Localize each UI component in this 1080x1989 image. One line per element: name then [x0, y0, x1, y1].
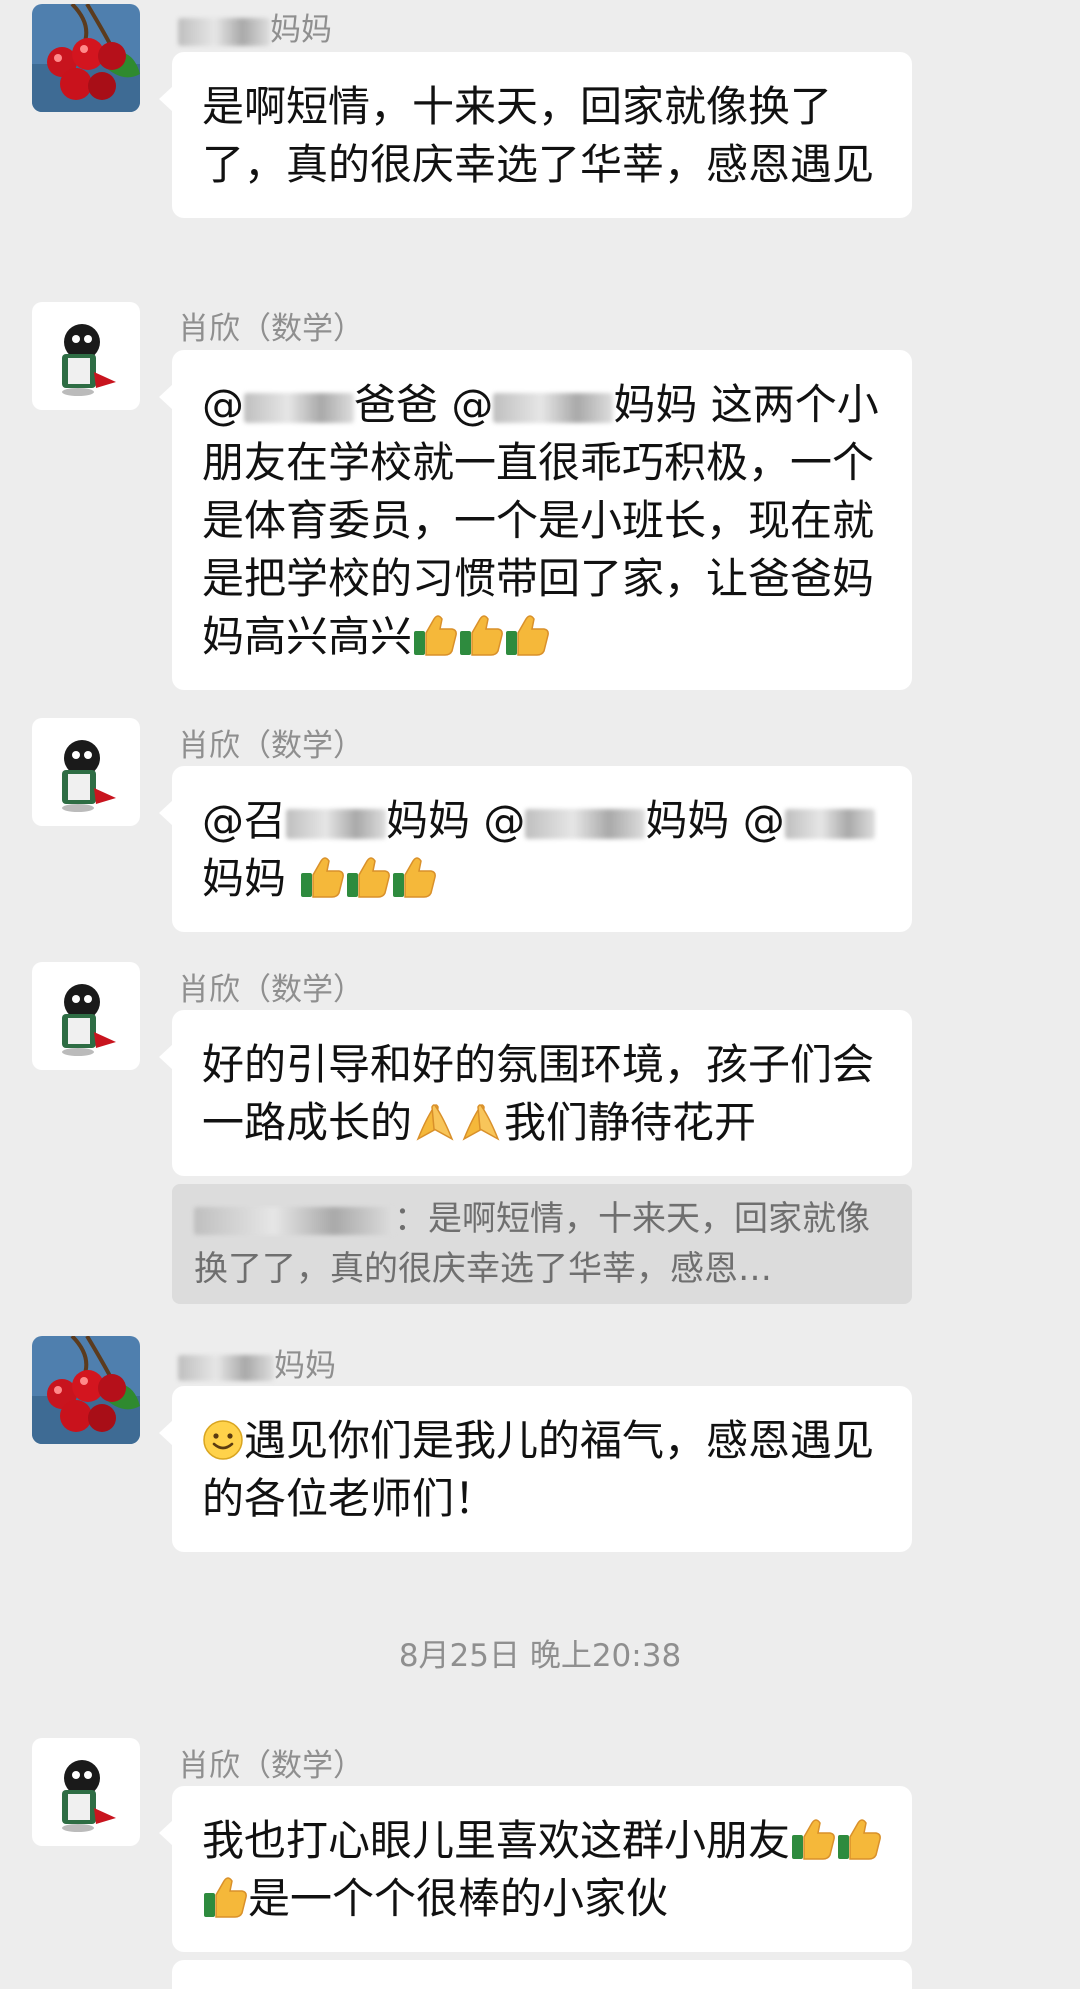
- thumbs-up-emoji-icon: [836, 1817, 882, 1861]
- praying-hands-emoji-icon: [458, 1099, 504, 1143]
- sender-name-visible: 妈妈: [274, 1348, 336, 1384]
- message-text: 我们静待花开: [504, 1098, 757, 1147]
- cherry-avatar-icon-svg: [32, 4, 140, 112]
- redacted-name: [525, 808, 646, 839]
- sender-name: 肖欣（数学）: [178, 1748, 364, 1784]
- mention-text: @召: [202, 796, 287, 845]
- mention-text: @: [742, 796, 785, 845]
- thumbs-up-emoji-icon: [202, 1875, 248, 1919]
- smile-emoji-icon: [202, 1419, 244, 1461]
- sender-name-visible: 妈妈: [270, 12, 332, 48]
- thumbs-up-emoji-icon: [299, 855, 345, 899]
- penguin-avatar-icon[interactable]: [32, 302, 140, 410]
- mention-suffix: 妈妈: [645, 796, 730, 845]
- message-bubble[interactable]: 我也打心眼儿里喜欢这群小朋友是一个个很棒的小家伙: [159, 1786, 912, 1952]
- timestamp: 8月25日 晚上20:38: [398, 1638, 682, 1674]
- redacted-name: [178, 1354, 274, 1381]
- next-message-bubble-edge: [172, 1960, 912, 1989]
- message-text: 遇见你们是我儿的福气，感恩遇见的各位老师们！: [202, 1416, 875, 1523]
- quoted-message[interactable]: ：是啊短情，十来天，回家就像换了了，真的很庆幸选了华莘，感恩…: [172, 1184, 912, 1304]
- redacted-name: [286, 808, 387, 839]
- sender-name: 肖欣（数学）: [178, 311, 364, 347]
- message-text: 是一个个很棒的小家伙: [248, 1874, 669, 1923]
- message-text: 这两: [710, 380, 795, 429]
- penguin-avatar-icon-svg: [32, 962, 140, 1070]
- mention-at[interactable]: @妈妈: [451, 380, 697, 429]
- redacted-name: [178, 17, 270, 46]
- mention-text: @: [483, 796, 526, 845]
- mention-suffix: 妈妈: [386, 796, 471, 845]
- mention-suffix: 妈妈: [613, 380, 698, 429]
- penguin-avatar-icon[interactable]: [32, 1738, 140, 1846]
- cherry-avatar-icon[interactable]: [32, 4, 140, 112]
- mention-at[interactable]: @ 爸爸: [202, 380, 438, 429]
- thumbs-up-emoji-icon: [345, 855, 391, 899]
- thumbs-up-emoji-icon: [391, 855, 437, 899]
- mention-at[interactable]: @召 妈妈: [202, 796, 470, 845]
- mention-suffix: 爸爸: [354, 380, 439, 429]
- thumbs-up-emoji-icon: [504, 613, 550, 657]
- penguin-avatar-icon-svg: [32, 718, 140, 826]
- redacted-name: [244, 392, 354, 423]
- message-bubble[interactable]: 好的引导和好的氛围环境，孩子们会一路成长的 我们静待花开: [159, 1010, 912, 1176]
- sender-name: 肖欣（数学）: [178, 972, 364, 1008]
- thumbs-up-emoji-icon: [412, 613, 458, 657]
- sender-name: 妈妈: [178, 4, 332, 49]
- message-text: 是啊短情，十来天，回家就像换了了，真的很庆幸选了华莘，感恩遇见: [202, 82, 875, 189]
- penguin-avatar-icon[interactable]: [32, 718, 140, 826]
- cherry-avatar-icon-svg: [32, 1336, 140, 1444]
- message-bubble[interactable]: 是啊短情，十来天，回家就像换了了，真的很庆幸选了华莘，感恩遇见: [159, 52, 912, 218]
- redacted-name: [493, 392, 614, 423]
- cherry-avatar-icon[interactable]: [32, 1336, 140, 1444]
- sender-name: 妈妈: [178, 1340, 336, 1385]
- message-text: 我也打心眼儿里喜欢这群小朋友: [202, 1816, 791, 1865]
- thumbs-up-emoji-icon: [458, 613, 504, 657]
- sender-name: 肖欣（数学）: [178, 728, 364, 764]
- penguin-avatar-icon-svg: [32, 1738, 140, 1846]
- penguin-avatar-icon[interactable]: [32, 962, 140, 1070]
- redacted-name: [194, 1206, 394, 1235]
- praying-hands-emoji-icon: [412, 1099, 458, 1143]
- mention-suffix: 妈妈: [202, 854, 287, 903]
- redacted-name: [784, 808, 875, 839]
- message-bubble[interactable]: @召 妈妈 @ 妈妈 @妈妈: [159, 766, 912, 932]
- message-bubble[interactable]: 遇见你们是我儿的福气，感恩遇见的各位老师们！: [159, 1386, 912, 1552]
- message-bubble[interactable]: @ 爸爸 @ 妈妈 这两个小朋友在学校就一直很乖巧积极，一个是体育委员，一个是小班长…: [159, 350, 912, 690]
- thumbs-up-emoji-icon: [790, 1817, 836, 1861]
- penguin-avatar-icon-svg: [32, 302, 140, 410]
- mention-at[interactable]: @ 妈妈: [483, 796, 729, 845]
